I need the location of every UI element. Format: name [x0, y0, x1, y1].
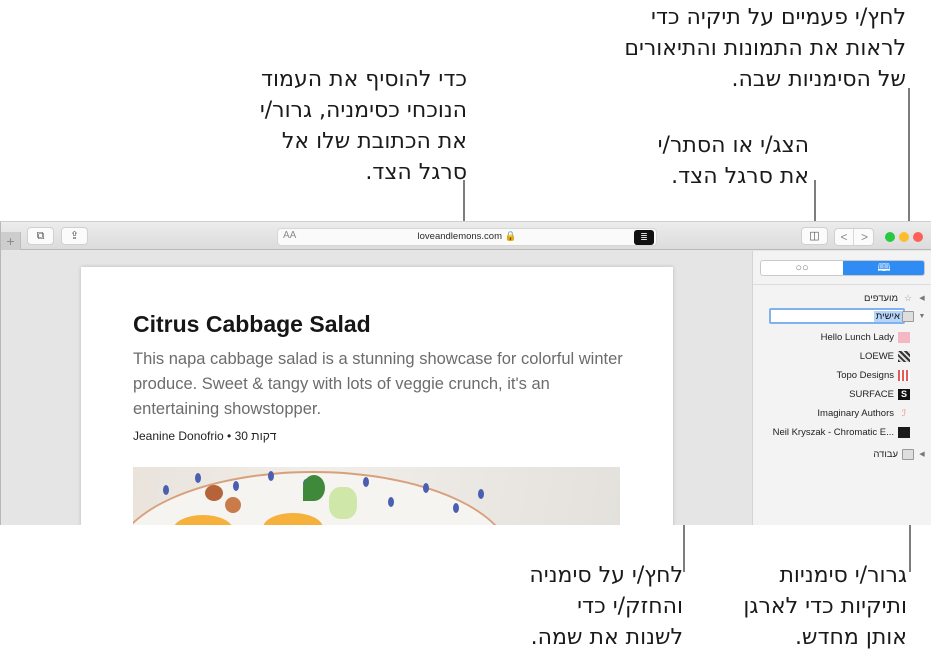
- callout-double-click-folder: לחץ/י פעמיים על תיקיה כדי לראות את התמונ…: [624, 5, 906, 92]
- favicon-icon: S: [898, 388, 910, 400]
- bookmark-item[interactable]: Topo Designs: [836, 367, 914, 383]
- disclosure-triangle-collapsed-icon[interactable]: ◀: [918, 294, 926, 302]
- star-icon: ☆: [903, 292, 913, 303]
- pattern-dot: [163, 485, 169, 495]
- tab-reading-list[interactable]: ○○: [761, 261, 843, 275]
- mint-leaf-graphic: [303, 475, 325, 501]
- work-folder-label: עבודה: [873, 448, 898, 460]
- page-content: Citrus Cabbage Salad This napa cabbage s…: [1, 251, 752, 525]
- callout-rename-bookmark: לחץ/י על סימניה והחזק/י כדי לשנות את שמה…: [529, 563, 683, 650]
- disclosure-triangle-collapsed-icon[interactable]: ◀: [918, 450, 926, 458]
- close-window-button[interactable]: [913, 232, 923, 242]
- pattern-dot: [388, 497, 394, 507]
- callout-reorganize: גרור/י סימניות ותיקיות כדי לארגן אותן מח…: [743, 563, 907, 650]
- folder-name-input[interactable]: אישית: [769, 308, 905, 324]
- sidebar-icon: ◫: [809, 230, 820, 242]
- pattern-dot: [363, 477, 369, 487]
- bookmark-label: SURFACE: [849, 388, 894, 400]
- callout-add-bookmark: כדי להוסיף את העמוד הנוכחי כסימניה, גרור…: [259, 67, 467, 185]
- article-photo: [133, 467, 620, 525]
- favicon-icon: [898, 350, 910, 362]
- favicon-icon: [898, 369, 910, 381]
- tab-bookmarks[interactable]: 🕮: [843, 261, 924, 275]
- new-tab-button[interactable]: +: [1, 232, 21, 250]
- article-title: Citrus Cabbage Salad: [133, 311, 371, 337]
- bookmark-item[interactable]: Neil Kryszak - Chromatic E...: [773, 424, 914, 440]
- bookmark-item[interactable]: LOEWE: [860, 348, 914, 364]
- reader-icon[interactable]: ≣: [634, 230, 654, 245]
- personal-folder[interactable]: ▼: [902, 308, 926, 324]
- pattern-dot: [453, 503, 459, 513]
- tabs-icon: ⧉: [36, 230, 45, 242]
- bookmark-item[interactable]: SURFACE S: [849, 386, 914, 402]
- address-bar[interactable]: AA loveandlemons.com 🔒 ≣: [277, 228, 657, 246]
- bookmarks-sidebar: ○○ 🕮 מועדפים ☆ ◀ אישית ▼ Hello Lunch Lad…: [752, 251, 931, 525]
- work-folder[interactable]: עבודה ◀: [873, 446, 926, 462]
- folder-icon: [902, 310, 914, 322]
- bookmark-label: Imaginary Authors: [817, 407, 894, 419]
- almond-graphic: [225, 497, 241, 513]
- pattern-dot: [233, 481, 239, 491]
- pattern-dot: [268, 471, 274, 481]
- almond-graphic: [205, 485, 223, 501]
- url-text: loveandlemons.com 🔒: [417, 231, 517, 242]
- favicon-icon: ℐ: [901, 407, 907, 418]
- bookmark-label: Topo Designs: [836, 369, 894, 381]
- callout-line-sidebar: [814, 180, 816, 224]
- bookmark-item[interactable]: Hello Lunch Lady: [821, 329, 914, 345]
- zoom-window-button[interactable]: [885, 232, 895, 242]
- bookmark-label: Neil Kryszak - Chromatic E...: [772, 426, 894, 438]
- pattern-dot: [195, 473, 201, 483]
- sidebar-toggle-button[interactable]: ◫: [801, 227, 828, 245]
- share-icon: ⇪: [69, 230, 80, 242]
- pattern-dot: [423, 483, 429, 493]
- folder-name-selected-text: אישית: [873, 311, 902, 322]
- minimize-window-button[interactable]: [899, 232, 909, 242]
- favorites-label: מועדפים: [863, 292, 898, 304]
- article-description: This napa cabbage salad is a stunning sh…: [133, 350, 623, 418]
- back-forward-buttons: < >: [834, 228, 874, 246]
- favicon-icon: [898, 331, 910, 343]
- bookmark-label: Hello Lunch Lady: [820, 331, 894, 343]
- disclosure-triangle-expanded-icon[interactable]: ▼: [918, 313, 926, 320]
- tab-overview-button[interactable]: ⧉: [27, 227, 54, 245]
- article-meta: Jeanine Donofrio • 30 דקות: [133, 429, 277, 443]
- back-button[interactable]: <: [835, 229, 854, 245]
- cabbage-graphic: [329, 487, 357, 519]
- bookmark-label: LOEWE: [859, 350, 894, 362]
- forward-button[interactable]: >: [855, 229, 874, 245]
- favorites-folder[interactable]: מועדפים ☆ ◀: [864, 290, 926, 306]
- sidebar-segmented-control: ○○ 🕮: [760, 260, 925, 276]
- glasses-icon: ○○: [795, 262, 809, 274]
- toolbar: + ⧉ ⇪ AA loveandlemons.com 🔒 ≣ ◫ < >: [1, 222, 931, 250]
- callout-toggle-sidebar: הצג/י או הסתר/י את סרגל הצד.: [657, 133, 809, 189]
- divider: [753, 284, 931, 285]
- pattern-dot: [478, 489, 484, 499]
- safari-window: + ⧉ ⇪ AA loveandlemons.com 🔒 ≣ ◫ < > Cit…: [0, 221, 931, 525]
- bookmark-item[interactable]: Imaginary Authors ℐ: [817, 405, 914, 421]
- favicon-icon: [898, 426, 910, 438]
- reader-article: Citrus Cabbage Salad This napa cabbage s…: [81, 267, 673, 525]
- share-button[interactable]: ⇪: [61, 227, 88, 245]
- folder-icon: [902, 448, 914, 460]
- book-icon: 🕮: [877, 262, 891, 274]
